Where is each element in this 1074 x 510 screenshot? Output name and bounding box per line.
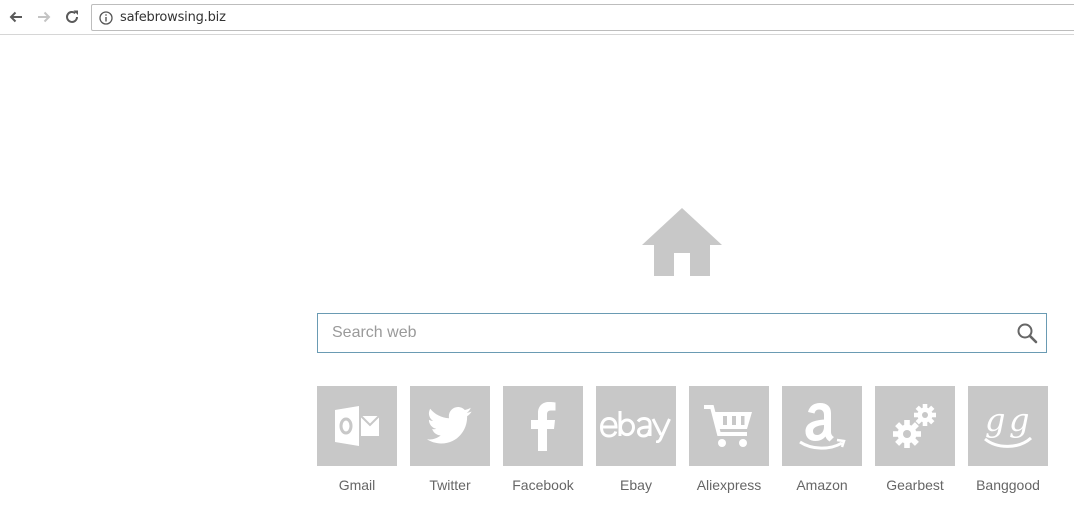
tile-gearbest-box [875,386,955,466]
tile-ebay[interactable]: Ebay [596,386,676,496]
arrow-right-icon [38,11,51,23]
shortcut-tiles: Gmail Twitter Facebook Ebay Aliexpress A… [317,386,1057,506]
outlook-icon [335,406,380,446]
tile-twitter-box [410,386,490,466]
tile-aliexpress-box [689,386,769,466]
tile-twitter[interactable]: Twitter [410,386,490,496]
tile-gmail[interactable]: Gmail [317,386,397,496]
tile-amazon[interactable]: Amazon [782,386,862,496]
ebay-icon [599,411,671,443]
svg-text:g: g [1009,401,1029,439]
tile-facebook[interactable]: Facebook [503,386,583,496]
amazon-icon [799,403,846,450]
svg-text:g: g [985,401,1005,439]
reload-button[interactable] [61,6,83,28]
tile-ebay-box [596,386,676,466]
cart-icon [704,405,752,447]
url-text: safebrowsing.biz [120,10,226,25]
tile-banggood[interactable]: g g Banggood [968,386,1048,496]
arrow-left-icon [9,11,22,23]
tile-banggood-box: g g [968,386,1048,466]
tile-label: Banggood [976,477,1040,493]
tile-gearbest[interactable]: Gearbest [875,386,955,496]
tile-gmail-box [317,386,397,466]
address-bar[interactable]: safebrowsing.biz [91,4,1074,31]
search-box [317,313,1047,353]
tile-aliexpress[interactable]: Aliexpress [689,386,769,496]
tile-facebook-box [503,386,583,466]
search-input[interactable] [318,314,998,352]
tile-amazon-box [782,386,862,466]
search-icon[interactable] [1016,322,1038,344]
gears-icon [893,404,936,448]
twitter-icon [427,407,473,444]
back-button[interactable] [5,6,27,28]
info-icon[interactable] [99,11,113,25]
home-icon [642,208,722,276]
banggood-icon: g g [984,401,1033,448]
browser-toolbar: safebrowsing.biz [0,0,1074,35]
reload-icon [66,10,78,23]
facebook-icon [531,402,556,451]
forward-button[interactable] [33,6,55,28]
